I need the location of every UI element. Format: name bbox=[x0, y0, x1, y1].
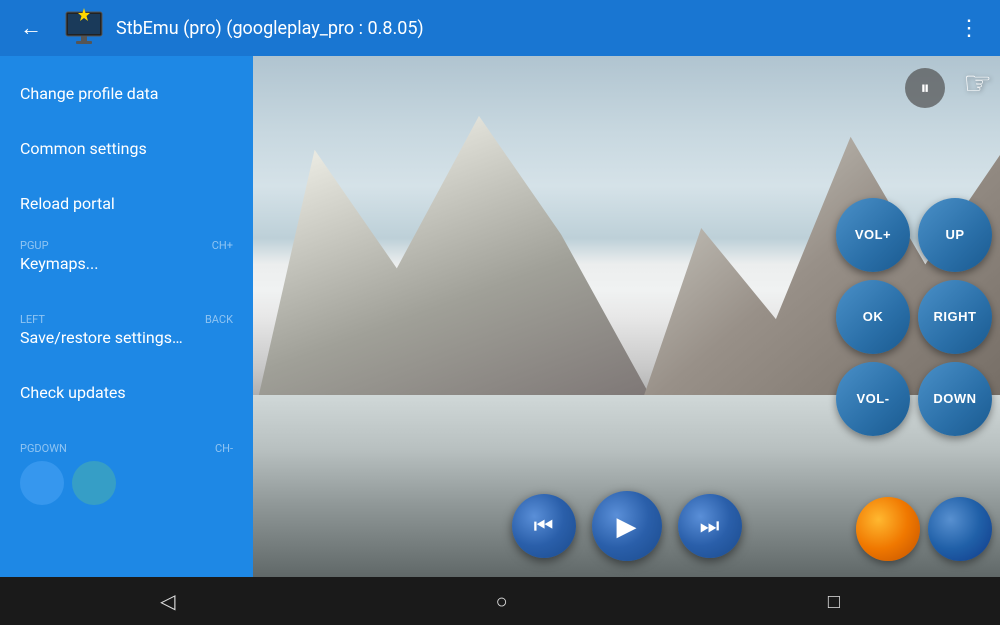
remote-row-bottom: VOL- DOWN bbox=[836, 362, 992, 436]
nav-recents-button[interactable]: □ bbox=[812, 581, 856, 622]
orange-button[interactable] bbox=[856, 497, 920, 561]
overflow-menu-button[interactable]: ⋮ bbox=[950, 12, 988, 45]
pause-button[interactable]: ⏸ bbox=[905, 68, 945, 108]
rewind-button[interactable]: ⏮ bbox=[512, 494, 576, 558]
nav-home-button[interactable]: ○ bbox=[480, 581, 524, 622]
play-icon: ▶ bbox=[617, 511, 637, 542]
sidebar-keymaps-area: PGUP CH+ Keymaps... bbox=[0, 231, 253, 291]
play-button[interactable]: ▶ bbox=[592, 491, 662, 561]
down-button[interactable]: DOWN bbox=[918, 362, 992, 436]
top-bar: ← StbEmu (pro) (googleplay_pro : 0.8.05)… bbox=[0, 0, 1000, 56]
forward-button[interactable]: ⏭ bbox=[678, 494, 742, 558]
cursor-hand-icon: ☞ bbox=[963, 64, 992, 102]
sidebar-circle-btn-left[interactable] bbox=[20, 461, 64, 505]
back-button[interactable]: ← bbox=[12, 11, 50, 45]
vol-minus-button[interactable]: VOL- bbox=[836, 362, 910, 436]
remote-controls: VOL+ UP OK RIGHT VOL- DOWN bbox=[836, 198, 992, 436]
remote-row-middle: OK RIGHT bbox=[836, 280, 992, 354]
nav-back-button[interactable]: ◁ bbox=[144, 581, 191, 621]
rewind-icon: ⏮ bbox=[534, 513, 554, 539]
left-right-hints: LEFT BACK bbox=[20, 313, 233, 326]
pgdown-hints: PGDOWN CH- bbox=[20, 442, 233, 455]
video-area: ⏸ ☞ VOL+ UP OK RIGHT VOL- DOWN ⏮ bbox=[253, 56, 1000, 577]
keymap-hints-top: PGUP CH+ bbox=[20, 239, 233, 252]
forward-icon: ⏭ bbox=[700, 513, 720, 539]
pause-icon: ⏸ bbox=[921, 78, 930, 99]
sidebar-item-save-restore[interactable]: Save/restore settings… bbox=[20, 328, 233, 347]
media-controls: ⏮ ▶ ⏭ bbox=[512, 491, 742, 561]
bottom-nav: ◁ ○ □ bbox=[0, 577, 1000, 625]
sidebar-circle-btn-right[interactable] bbox=[72, 461, 116, 505]
vol-plus-button[interactable]: VOL+ bbox=[836, 198, 910, 272]
sidebar-btn-row bbox=[20, 461, 233, 505]
sidebar-item-keymaps[interactable]: Keymaps... bbox=[20, 254, 233, 273]
up-button[interactable]: UP bbox=[918, 198, 992, 272]
bottom-right-buttons bbox=[856, 497, 992, 561]
sidebar-pgdown-area: PGDOWN CH- bbox=[0, 420, 253, 523]
mountain-left bbox=[253, 82, 664, 421]
app-icon bbox=[62, 6, 106, 50]
ok-button[interactable]: OK bbox=[836, 280, 910, 354]
sidebar-save-area: LEFT BACK Save/restore settings… bbox=[0, 291, 253, 365]
sidebar-item-reload-portal[interactable]: Reload portal bbox=[0, 176, 253, 231]
right-button[interactable]: RIGHT bbox=[918, 280, 992, 354]
sidebar-item-check-updates[interactable]: Check updates bbox=[0, 365, 253, 420]
app-title: StbEmu (pro) (googleplay_pro : 0.8.05) bbox=[116, 18, 950, 39]
blue-button[interactable] bbox=[928, 497, 992, 561]
sidebar-item-change-profile[interactable]: Change profile data bbox=[0, 66, 253, 121]
sidebar: Change profile data Common settings Relo… bbox=[0, 56, 253, 577]
remote-row-top: VOL+ UP bbox=[836, 198, 992, 272]
sidebar-item-common-settings[interactable]: Common settings bbox=[0, 121, 253, 176]
main-content: Change profile data Common settings Relo… bbox=[0, 56, 1000, 577]
